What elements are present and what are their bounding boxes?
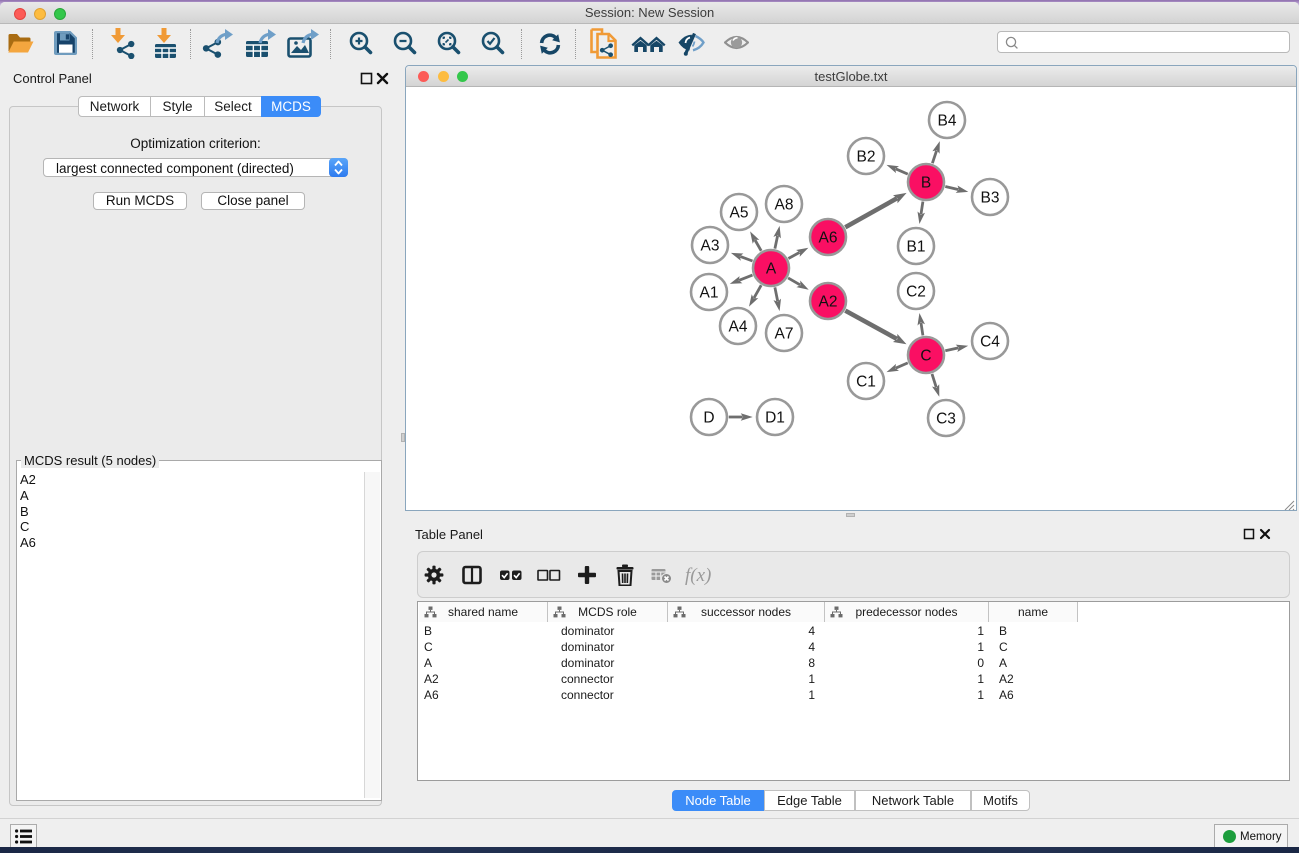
svg-text:A4: A4 — [729, 319, 748, 336]
svg-text:A6: A6 — [819, 230, 838, 247]
svg-text:C1: C1 — [856, 374, 876, 391]
svg-text:D: D — [703, 410, 714, 427]
svg-text:C3: C3 — [936, 411, 956, 428]
svg-text:A7: A7 — [775, 326, 794, 343]
svg-text:B: B — [921, 175, 931, 192]
svg-text:C2: C2 — [906, 284, 926, 301]
svg-text:D1: D1 — [765, 410, 785, 427]
svg-text:A1: A1 — [700, 285, 719, 302]
svg-text:A8: A8 — [775, 197, 794, 214]
svg-text:A2: A2 — [819, 294, 838, 311]
svg-text:B3: B3 — [981, 190, 1000, 207]
svg-text:B1: B1 — [907, 239, 926, 256]
svg-text:C4: C4 — [980, 334, 1000, 351]
svg-text:A3: A3 — [701, 238, 720, 255]
svg-text:A: A — [766, 261, 777, 278]
svg-text:B2: B2 — [857, 149, 876, 166]
svg-text:C: C — [920, 348, 931, 365]
svg-text:B4: B4 — [938, 113, 957, 130]
svg-text:A5: A5 — [730, 205, 749, 222]
